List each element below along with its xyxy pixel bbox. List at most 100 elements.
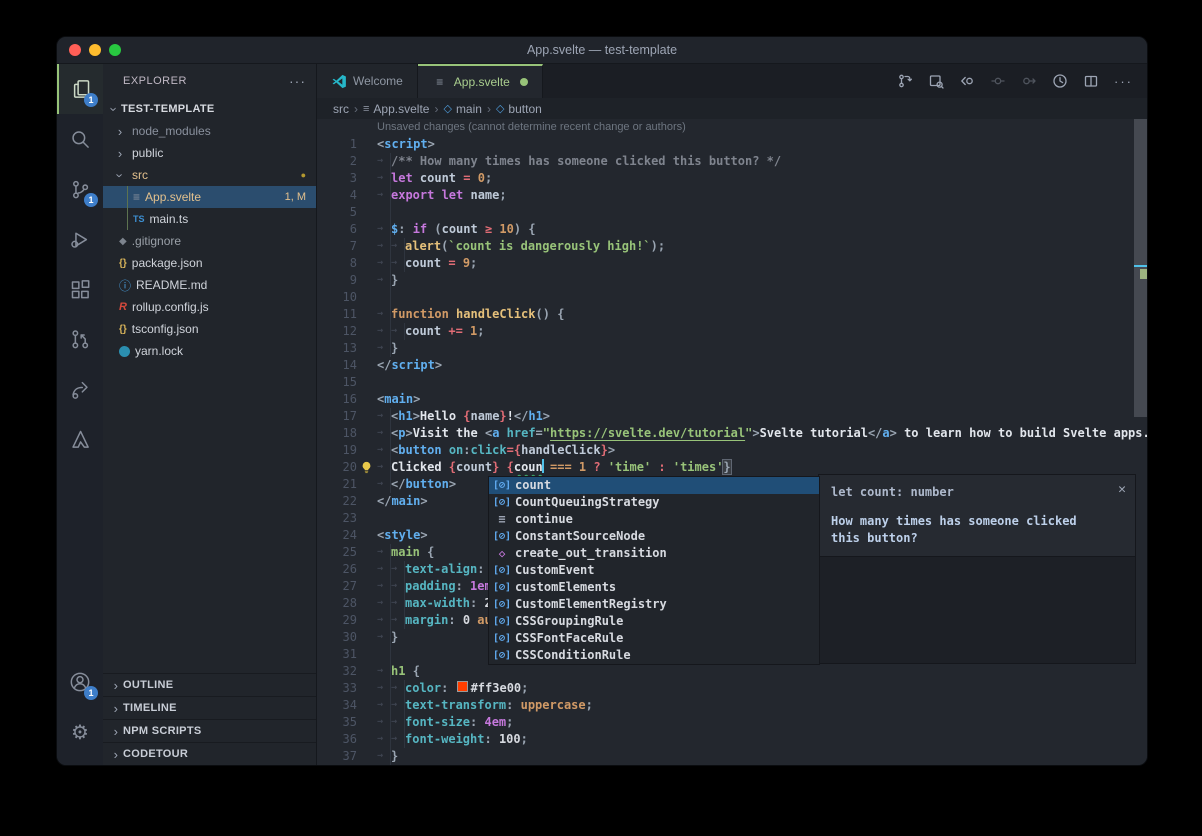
sidebar-panel-codetour[interactable]: ›CODETOUR bbox=[103, 742, 316, 765]
breadcrumb-item-src[interactable]: src bbox=[333, 102, 349, 116]
activity-item-search[interactable] bbox=[57, 114, 103, 164]
activity-item-run-debug[interactable] bbox=[57, 214, 103, 264]
explorer-item-main-ts[interactable]: TSmain.ts bbox=[103, 208, 316, 230]
code-line-9[interactable]: 9→} bbox=[317, 272, 1147, 289]
code-line-33[interactable]: 33→→color: #ff3e00; bbox=[317, 680, 1147, 697]
tab-app-svelte[interactable]: ≡App.svelte bbox=[418, 64, 543, 98]
close-window-button[interactable] bbox=[69, 44, 81, 56]
code-line-1[interactable]: 1<script> bbox=[317, 136, 1147, 153]
activity-item-source-control[interactable]: 1 bbox=[57, 164, 103, 214]
activity-item-account[interactable]: 1 bbox=[57, 657, 103, 707]
suggestion-customelementregistry[interactable]: [⊘]CustomElementRegistry bbox=[489, 596, 819, 613]
code-line-34[interactable]: 34→→text-transform: uppercase; bbox=[317, 697, 1147, 714]
explorer-item-tsconfig-json[interactable]: {}tsconfig.json bbox=[103, 318, 316, 340]
explorer-more-actions-icon[interactable]: ··· bbox=[289, 73, 306, 89]
suggestion-customelements[interactable]: [⊘]customElements bbox=[489, 579, 819, 596]
code-line-7[interactable]: 7→→alert(`count is dangerously high!`); bbox=[317, 238, 1147, 255]
zoom-window-button[interactable] bbox=[109, 44, 121, 56]
close-icon[interactable]: ✕ bbox=[1118, 481, 1126, 498]
explorer-item-src[interactable]: ›src● bbox=[103, 164, 316, 186]
symbol-variable-icon: [⊘] bbox=[489, 613, 515, 630]
breadcrumb-item-button[interactable]: ◇button bbox=[496, 102, 542, 116]
minimize-window-button[interactable] bbox=[89, 44, 101, 56]
navigate-back-icon[interactable] bbox=[959, 73, 975, 89]
suggestion-cssfontfacerule[interactable]: [⊘]CSSFontFaceRule bbox=[489, 630, 819, 647]
explorer-item-node-modules[interactable]: ›node_modules bbox=[103, 120, 316, 142]
compare-changes-icon[interactable] bbox=[897, 73, 913, 89]
tab-label: Welcome bbox=[353, 74, 403, 88]
more-actions-icon[interactable]: ··· bbox=[1114, 74, 1133, 89]
lightbulb-icon[interactable] bbox=[360, 461, 373, 474]
line-number: 16 bbox=[317, 391, 377, 408]
code-line-6[interactable]: 6→$: if (count ≥ 10) { bbox=[317, 221, 1147, 238]
chevron-right-icon: › bbox=[109, 701, 123, 716]
code-line-16[interactable]: 16<main> bbox=[317, 391, 1147, 408]
suggestion-cssconditionrule[interactable]: [⊘]CSSConditionRule bbox=[489, 647, 819, 664]
code-line-11[interactable]: 11→function handleClick() { bbox=[317, 306, 1147, 323]
explorer-item-public[interactable]: ›public bbox=[103, 142, 316, 164]
line-number: 22 bbox=[317, 493, 377, 510]
activity-item-extensions[interactable] bbox=[57, 264, 103, 314]
code-line-32[interactable]: 32→h1 { bbox=[317, 663, 1147, 680]
whitespace-tab-arrow: → bbox=[377, 561, 391, 578]
explorer-item-app-svelte[interactable]: ≡App.svelte1, M bbox=[103, 186, 316, 208]
code-line-19[interactable]: 19→<button on:click={handleClick}> bbox=[317, 442, 1147, 459]
activity-item-live-share[interactable] bbox=[57, 364, 103, 414]
explorer-item-yarn-lock[interactable]: yarn.lock bbox=[103, 340, 316, 362]
activity-item-github-pr[interactable] bbox=[57, 314, 103, 364]
explorer-item-rollup-config-js[interactable]: Rrollup.config.js bbox=[103, 296, 316, 318]
suggestion-constantsourcenode[interactable]: [⊘]ConstantSourceNode bbox=[489, 528, 819, 545]
sidebar-panel-npm-scripts[interactable]: ›NPM SCRIPTS bbox=[103, 719, 316, 742]
whitespace-tab-arrow: → bbox=[377, 255, 391, 272]
file-label: tsconfig.json bbox=[132, 322, 199, 336]
code-line-15[interactable]: 15 bbox=[317, 374, 1147, 391]
code-line-3[interactable]: 3→let count = 0; bbox=[317, 170, 1147, 187]
code-token: Clicked bbox=[391, 460, 449, 474]
breadcrumb-item-main[interactable]: ◇main bbox=[443, 102, 481, 116]
code-line-18[interactable]: 18→<p>Visit the <a href="https://svelte.… bbox=[317, 425, 1147, 442]
suggestion-customevent[interactable]: [⊘]CustomEvent bbox=[489, 562, 819, 579]
code-line-8[interactable]: 8→→count = 9; bbox=[317, 255, 1147, 272]
code-line-4[interactable]: 4→export let name; bbox=[317, 187, 1147, 204]
navigate-forward-icon[interactable] bbox=[1021, 73, 1037, 89]
activity-item-azure[interactable] bbox=[57, 414, 103, 464]
explorer-item-package-json[interactable]: {}package.json bbox=[103, 252, 316, 274]
code-line-14[interactable]: 14</script> bbox=[317, 357, 1147, 374]
workspace-root-folder[interactable]: › TEST-TEMPLATE bbox=[103, 98, 316, 120]
code-editor[interactable]: Unsaved changes (cannot determine recent… bbox=[317, 119, 1147, 765]
code-line-2[interactable]: 2→/** How many times has someone clicked… bbox=[317, 153, 1147, 170]
suggestion-create_out_transition[interactable]: ◇create_out_transition bbox=[489, 545, 819, 562]
editor-scrollbar[interactable] bbox=[1134, 119, 1147, 417]
code-line-10[interactable]: 10 bbox=[317, 289, 1147, 306]
code-line-36[interactable]: 36→→font-weight: 100; bbox=[317, 731, 1147, 748]
sidebar-panel-outline[interactable]: ›OUTLINE bbox=[103, 673, 316, 696]
suggestion-count[interactable]: [⊘]count bbox=[489, 477, 819, 494]
code-line-12[interactable]: 12→→count += 1; bbox=[317, 323, 1147, 340]
navigate-prev-icon[interactable] bbox=[990, 73, 1006, 89]
explorer-item-readme-md[interactable]: ⓘREADME.md bbox=[103, 274, 316, 296]
editor-group: Welcome≡App.svelte ··· src›≡App.svelte›◇… bbox=[317, 64, 1147, 765]
code-line-5[interactable]: 5 bbox=[317, 204, 1147, 221]
explorer-item--gitignore[interactable]: ◆.gitignore bbox=[103, 230, 316, 252]
code-line-content: →<button on:click={handleClick}> bbox=[377, 442, 615, 459]
overview-modified-marker bbox=[1140, 269, 1147, 279]
suggestion-cssgroupingrule[interactable]: [⊘]CSSGroupingRule bbox=[489, 613, 819, 630]
line-number: 4 bbox=[317, 187, 377, 204]
suggestion-countqueuingstrategy[interactable]: [⊘]CountQueuingStrategy bbox=[489, 494, 819, 511]
activity-item-files[interactable]: 1 bbox=[57, 64, 103, 114]
code-line-35[interactable]: 35→→font-size: 4em; bbox=[317, 714, 1147, 731]
suggestion-continue[interactable]: ≡continue bbox=[489, 511, 819, 528]
breadcrumb-item-app-svelte[interactable]: ≡App.svelte bbox=[363, 102, 429, 116]
titlebar[interactable]: App.svelte — test-template bbox=[57, 37, 1147, 64]
tab-welcome[interactable]: Welcome bbox=[317, 64, 418, 98]
sidebar-panel-timeline[interactable]: ›TIMELINE bbox=[103, 696, 316, 719]
split-editor-icon[interactable] bbox=[1083, 73, 1099, 89]
line-number: 10 bbox=[317, 289, 377, 306]
open-preview-icon[interactable] bbox=[928, 73, 944, 89]
activity-item-settings-gear[interactable]: ⚙ bbox=[57, 707, 103, 757]
run-profile-icon[interactable] bbox=[1052, 73, 1068, 89]
code-line-13[interactable]: 13→} bbox=[317, 340, 1147, 357]
code-line-37[interactable]: 37→} bbox=[317, 748, 1147, 765]
code-line-17[interactable]: 17→<h1>Hello {name}!</h1> bbox=[317, 408, 1147, 425]
badge: 1 bbox=[84, 193, 98, 207]
